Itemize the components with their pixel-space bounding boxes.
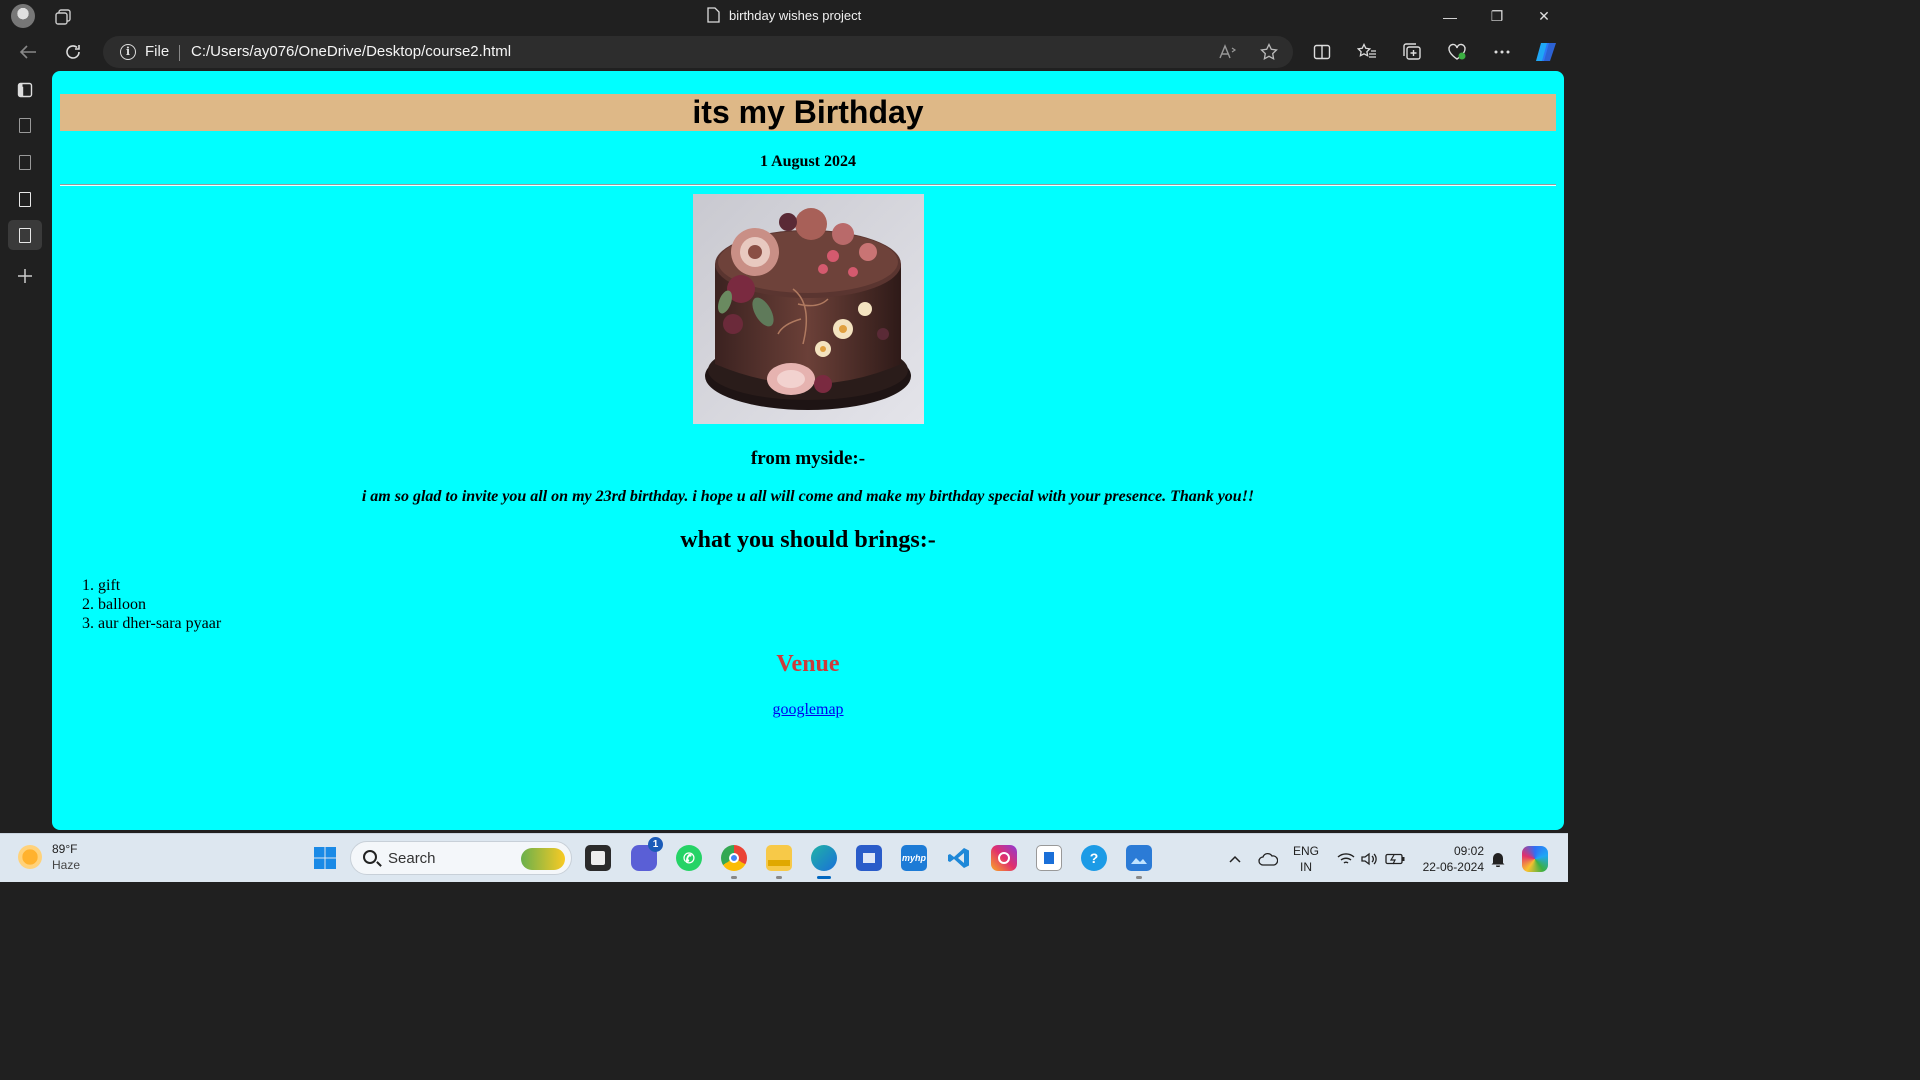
list-item: 1. gift (82, 577, 121, 594)
url-text[interactable]: C:/Users/ay076/OneDrive/Desktop/course2.… (191, 43, 511, 60)
page-title: its my Birthday (60, 94, 1556, 131)
start-button[interactable] (312, 845, 338, 871)
collections-icon[interactable] (1402, 42, 1422, 62)
read-aloud-icon[interactable] (1218, 42, 1238, 62)
back-icon[interactable] (18, 42, 38, 62)
search-icon (363, 850, 377, 864)
windows-logo-icon (314, 847, 336, 869)
app-window-icon[interactable] (1036, 845, 1062, 871)
browser-toolbar: i File C:/Users/ay076/OneDrive/Desktop/c… (0, 33, 1568, 71)
vscode-icon[interactable] (946, 845, 972, 871)
region-code: IN (1300, 860, 1312, 874)
myhp-icon[interactable]: myhp (901, 845, 927, 871)
bring-list: 1. gift 2. balloon 3. aur dher-sara pyaa… (82, 576, 221, 633)
favorite-star-icon[interactable] (1259, 42, 1279, 62)
list-item: 2. balloon (82, 596, 146, 613)
page-icon (19, 117, 31, 133)
edge-icon[interactable] (811, 845, 837, 879)
page-icon (19, 154, 31, 170)
clock-time: 09:02 (1453, 844, 1484, 858)
instagram-icon[interactable] (991, 845, 1017, 871)
close-icon: ✕ (1538, 8, 1550, 24)
haze-weather-icon (18, 845, 42, 869)
minimize-button[interactable]: — (1427, 0, 1473, 33)
close-button[interactable]: ✕ (1521, 0, 1567, 33)
system-clock[interactable]: 09:02 22-06-2024 (1418, 843, 1484, 875)
favorites-icon[interactable] (1357, 42, 1377, 62)
notification-bell-icon[interactable] (1491, 834, 1505, 883)
copilot-taskbar-icon[interactable] (1522, 834, 1548, 883)
sidebar-tab-1[interactable] (8, 110, 42, 140)
venue-heading: Venue (776, 651, 840, 677)
chevron-up-icon (1229, 855, 1241, 863)
plus-icon (18, 269, 32, 283)
googlemap-link[interactable]: googlemap (772, 701, 843, 718)
list-item-text: aur dher-sara pyaar (98, 615, 222, 632)
file-explorer-icon[interactable] (766, 845, 792, 879)
more-options-icon[interactable] (1492, 42, 1512, 62)
sidebar-tab-3[interactable] (8, 184, 42, 214)
refresh-icon[interactable] (63, 42, 83, 62)
search-placeholder: Search (388, 850, 436, 867)
restore-button[interactable]: ❐ (1474, 0, 1520, 33)
new-tab-button[interactable] (8, 261, 42, 291)
tab-actions-menu[interactable] (8, 75, 42, 105)
wifi-icon[interactable] (1337, 834, 1355, 883)
workspaces-icon[interactable] (54, 8, 72, 26)
taskbar-search[interactable]: Search (350, 841, 572, 875)
cake-image (693, 194, 924, 424)
site-info-label[interactable]: File (145, 43, 169, 60)
teams-badge: 1 (648, 837, 663, 852)
photos-icon[interactable] (1126, 845, 1152, 879)
microsoft-store-icon[interactable] (856, 845, 882, 871)
help-icon[interactable]: ? (1081, 845, 1107, 871)
page-icon (19, 191, 31, 207)
battery-icon[interactable] (1385, 834, 1405, 883)
restore-icon: ❐ (1490, 8, 1504, 24)
page-icon (19, 227, 31, 243)
event-date: 1 August 2024 (759, 153, 857, 170)
search-highlight-icon (521, 848, 565, 870)
onedrive-icon[interactable] (1258, 834, 1278, 883)
tab-title: birthday wishes project (729, 7, 862, 23)
list-item: 3. aur dher-sara pyaar (82, 615, 222, 632)
show-hidden-icons[interactable] (1228, 834, 1242, 883)
from-heading: from myside:- (750, 448, 866, 469)
list-item-text: balloon (98, 596, 146, 613)
task-view-icon[interactable] (585, 845, 611, 871)
active-tab[interactable]: birthday wishes project (707, 7, 861, 23)
address-bar[interactable]: i File C:/Users/ay076/OneDrive/Desktop/c… (103, 36, 1293, 68)
minimize-icon: — (1443, 8, 1457, 25)
map-link-container: googlemap (52, 701, 1564, 719)
volume-icon[interactable] (1361, 834, 1379, 883)
teams-icon[interactable]: 1 (631, 837, 663, 871)
language-indicator[interactable]: ENG IN (1293, 843, 1319, 875)
copilot-icon[interactable] (1534, 40, 1558, 64)
list-item-text: gift (98, 577, 121, 594)
browser-essentials-icon[interactable] (1447, 42, 1467, 62)
weather-condition: Haze (52, 858, 81, 872)
whatsapp-icon[interactable]: ✆ (676, 845, 702, 871)
address-divider (179, 45, 180, 61)
page-viewport: its my Birthday 1 August 2024 from mysid… (52, 71, 1564, 830)
profile-avatar[interactable] (11, 4, 35, 28)
sidebar-tab-active[interactable] (8, 220, 42, 250)
taskbar: 89°F Haze Search 1 ✆ myhp ? ENG IN 09:02… (0, 833, 1568, 882)
horizontal-rule (60, 184, 1556, 186)
sidebar-toggle-icon (17, 82, 33, 98)
temperature: 89°F (52, 842, 78, 856)
title-bar: birthday wishes project — ❐ ✕ (0, 0, 1568, 33)
sidebar-tab-2[interactable] (8, 147, 42, 177)
vertical-tabs-sidebar (0, 71, 52, 833)
weather-widget[interactable]: 89°F Haze (18, 841, 80, 873)
invitation-text: i am so glad to invite you all on my 23r… (361, 488, 1255, 505)
clock-date: 22-06-2024 (1422, 860, 1484, 874)
info-icon[interactable]: i (120, 44, 136, 60)
bring-heading: what you should brings:- (680, 527, 936, 553)
split-screen-icon[interactable] (1312, 42, 1332, 62)
page-icon (707, 7, 720, 23)
language-code: ENG (1293, 844, 1320, 858)
chrome-icon[interactable] (721, 845, 747, 879)
